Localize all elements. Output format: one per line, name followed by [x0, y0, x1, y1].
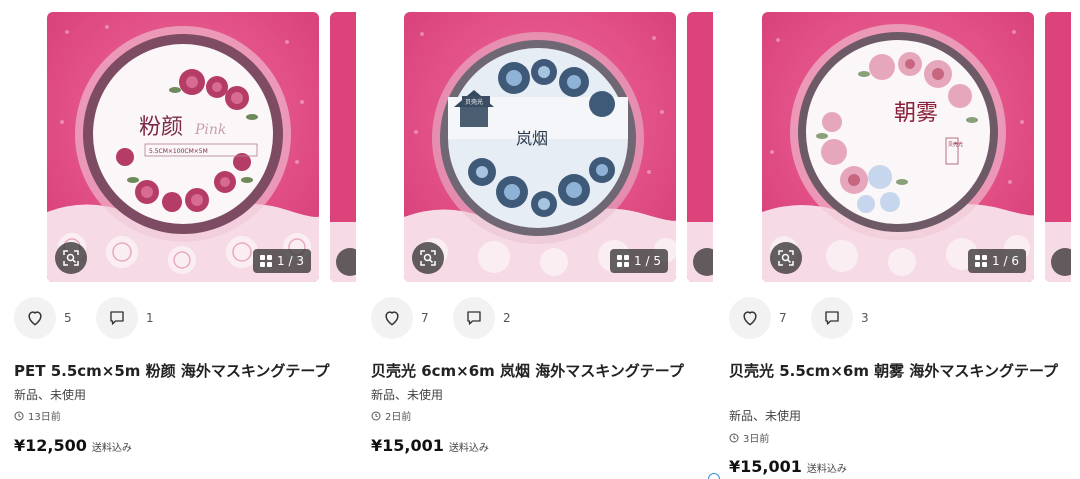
image-thumbnail-icon — [1045, 12, 1071, 282]
posted-time-text: 13日前 — [28, 412, 61, 423]
like-button[interactable] — [14, 297, 56, 339]
tape-title: 朝雾 — [894, 101, 938, 126]
action-row: 5 1 — [14, 297, 178, 339]
listing-title[interactable]: 贝壳光 5.5cm×6m 朝雾 海外マスキングテープ — [729, 361, 1059, 382]
clock-icon — [729, 433, 739, 442]
lens-search-button[interactable] — [770, 242, 802, 274]
lens-search-button[interactable] — [412, 242, 444, 274]
price-block: ¥15,001 送料込み — [729, 457, 847, 476]
tape-title: 岚烟 — [516, 129, 548, 148]
image-counter: 1 / 3 — [253, 249, 311, 273]
comment-icon — [467, 311, 481, 325]
image-thumbnail-icon — [687, 12, 713, 282]
lens-search-button[interactable] — [55, 242, 87, 274]
image-counter-text: 1 / 3 — [277, 254, 304, 268]
posted-time: 2日前 — [371, 408, 411, 423]
shipping-label: 送料込み — [806, 464, 847, 475]
comment-icon — [825, 311, 839, 325]
comment-button[interactable] — [453, 297, 495, 339]
comment-count: 1 — [146, 311, 154, 325]
price: ¥15,001 — [729, 457, 802, 476]
posted-time: 3日前 — [729, 430, 769, 445]
image-counter-text: 1 / 6 — [992, 254, 1019, 268]
lens-search-icon — [778, 250, 794, 266]
action-row: 7 3 — [729, 297, 893, 339]
tape-label: 贝壳光 — [465, 98, 483, 106]
image-counter: 1 / 6 — [968, 249, 1026, 273]
image-thumbnail-icon — [330, 12, 356, 282]
price-block: ¥12,500 送料込み — [14, 436, 132, 455]
comment-button[interactable] — [96, 297, 138, 339]
product-image[interactable]: 贝壳光 岚烟 1 / 5 — [404, 12, 676, 282]
listing-card[interactable]: 粉颜 Pink 5.5CM×100CM×5M 1 / 3 5 1 PET 5.5… — [14, 0, 356, 479]
comment-icon — [110, 311, 124, 325]
shipping-label: 送料込み — [448, 443, 489, 454]
tape-label: 贝壳光 — [948, 141, 963, 148]
product-image[interactable]: 朝雾 贝壳光 5.5CM×120CM×6M 1 / 6 — [762, 12, 1034, 282]
heart-icon — [385, 311, 399, 326]
image-counter-text: 1 / 5 — [634, 254, 661, 268]
listing-title[interactable]: PET 5.5cm×5m 粉颜 海外マスキングテープ — [14, 361, 344, 382]
comment-count: 2 — [503, 311, 511, 325]
washi-tape-pink-roses-icon: 粉颜 Pink 5.5CM×100CM×5M — [47, 12, 319, 282]
product-image[interactable]: 粉颜 Pink 5.5CM×100CM×5M 1 / 3 — [47, 12, 319, 282]
price: ¥12,500 — [14, 436, 87, 455]
listing-condition: 新品、未使用 — [14, 388, 87, 402]
like-count: 7 — [779, 311, 787, 325]
heart-icon — [28, 311, 42, 326]
next-image-preview[interactable] — [1045, 12, 1071, 282]
heart-icon — [743, 311, 757, 326]
listing-card[interactable]: 朝雾 贝壳光 5.5CM×120CM×6M 1 / 6 7 3 贝壳光 5.5c… — [729, 0, 1071, 479]
listing-condition: 新品、未使用 — [729, 409, 802, 423]
posted-time-text: 3日前 — [743, 434, 770, 445]
tape-subtitle: Pink — [194, 122, 226, 138]
clock-icon — [371, 411, 381, 420]
washi-tape-pink-white-roses-icon: 朝雾 贝壳光 5.5CM×120CM×6M — [762, 12, 1034, 282]
shipping-label: 送料込み — [91, 443, 132, 454]
posted-time-text: 2日前 — [385, 412, 412, 423]
gallery-grid-icon — [617, 255, 630, 267]
price: ¥15,001 — [371, 436, 444, 455]
price-block: ¥15,001 送料込み — [371, 436, 489, 455]
listing-condition: 新品、未使用 — [371, 388, 444, 402]
image-counter: 1 / 5 — [610, 249, 668, 273]
like-button[interactable] — [371, 297, 413, 339]
next-image-preview[interactable] — [330, 12, 356, 282]
next-image-preview[interactable] — [687, 12, 713, 282]
comment-count: 3 — [861, 311, 869, 325]
lens-search-icon — [420, 250, 436, 266]
washi-tape-blue-roses-icon: 贝壳光 岚烟 — [404, 12, 676, 282]
action-row: 7 2 — [371, 297, 535, 339]
gallery-grid-icon — [975, 255, 988, 267]
listing-card[interactable]: 贝壳光 岚烟 1 / 5 7 2 贝壳光 6cm×6m 岚烟 海外マスキングテー… — [371, 0, 720, 479]
like-count: 5 — [64, 311, 72, 325]
gallery-grid-icon — [260, 255, 273, 267]
listing-title[interactable]: 贝壳光 6cm×6m 岚烟 海外マスキングテープ — [371, 361, 701, 382]
like-button[interactable] — [729, 297, 771, 339]
lens-search-icon — [63, 250, 79, 266]
tape-spec: 5.5CM×120CM×6M — [874, 232, 923, 238]
info-icon[interactable] — [708, 473, 720, 479]
comment-button[interactable] — [811, 297, 853, 339]
posted-time: 13日前 — [14, 408, 61, 423]
tape-title: 粉颜 — [139, 115, 183, 140]
clock-icon — [14, 411, 24, 420]
like-count: 7 — [421, 311, 429, 325]
tape-spec: 5.5CM×100CM×5M — [149, 148, 208, 155]
